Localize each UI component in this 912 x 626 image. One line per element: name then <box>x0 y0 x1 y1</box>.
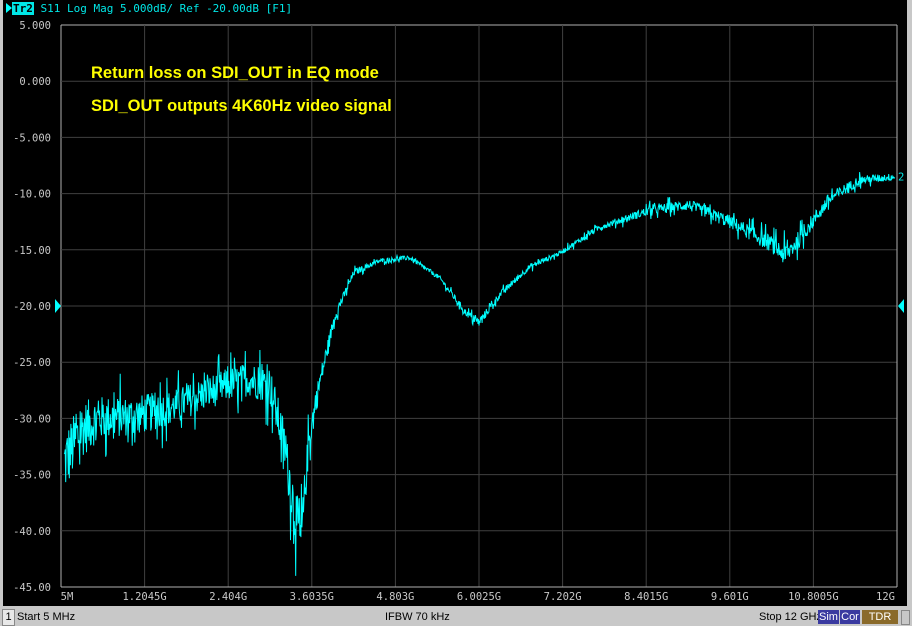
annotation-2: SDI_OUT outputs 4K60Hz video signal <box>91 97 392 115</box>
x-tick-label: 9.601G <box>711 591 749 603</box>
start-frequency[interactable]: Start 5 MHz <box>17 608 75 626</box>
y-tick-label: -45.00 <box>13 582 51 594</box>
x-tick-label: 7.202G <box>544 591 582 603</box>
trace-line <box>63 172 896 576</box>
y-tick-label: -25.00 <box>13 357 51 369</box>
x-tick-label: 3.6035G <box>290 591 334 603</box>
annotation-1: Return loss on SDI_OUT in EQ mode <box>91 64 379 82</box>
x-tick-label: 1.2045G <box>122 591 166 603</box>
ifbw[interactable]: IFBW 70 kHz <box>385 608 450 626</box>
x-tick-label: 6.0025G <box>457 591 501 603</box>
y-tick-label: 0.000 <box>19 76 51 88</box>
y-tick-label: -5.000 <box>13 132 51 144</box>
x-tick-label: 8.4015G <box>624 591 668 603</box>
sim-indicator: Sim <box>818 610 839 624</box>
trace-number-label: 2 <box>898 172 904 184</box>
x-tick-label: 5M <box>61 591 74 603</box>
y-tick-label: -40.00 <box>13 526 51 538</box>
stop-frequency[interactable]: Stop 12 GHz <box>759 608 822 626</box>
ref-level-marker-right-icon[interactable] <box>898 299 904 313</box>
cor-indicator: Cor <box>840 610 860 624</box>
ref-level-marker-left-icon[interactable] <box>55 299 61 313</box>
y-tick-label: -35.00 <box>13 470 51 482</box>
x-tick-label: 2.404G <box>209 591 247 603</box>
x-tick-label: 4.803G <box>376 591 414 603</box>
tdr-indicator: TDR <box>862 610 898 624</box>
status-extra-box <box>901 610 910 625</box>
channel-number[interactable]: 1 <box>2 609 15 626</box>
y-tick-label: -20.00 <box>13 301 51 313</box>
y-tick-label: -10.00 <box>13 189 51 201</box>
y-tick-label: 5.000 <box>19 20 51 32</box>
x-tick-label: 10.8005G <box>788 591 839 603</box>
status-bar: 1 Start 5 MHz IFBW 70 kHz Stop 12 GHz Si… <box>0 608 912 626</box>
y-tick-label: -15.00 <box>13 245 51 257</box>
analyzer-screen: Tr2 S11 Log Mag 5.000dB/ Ref -20.00dB [F… <box>3 0 907 606</box>
x-tick-label: 12G <box>876 591 895 603</box>
chart: 5.000 0.000 -5.000 -10.00 -15.00 -20.00 -25.00… <box>13 20 904 603</box>
y-tick-label: -30.00 <box>13 413 51 425</box>
